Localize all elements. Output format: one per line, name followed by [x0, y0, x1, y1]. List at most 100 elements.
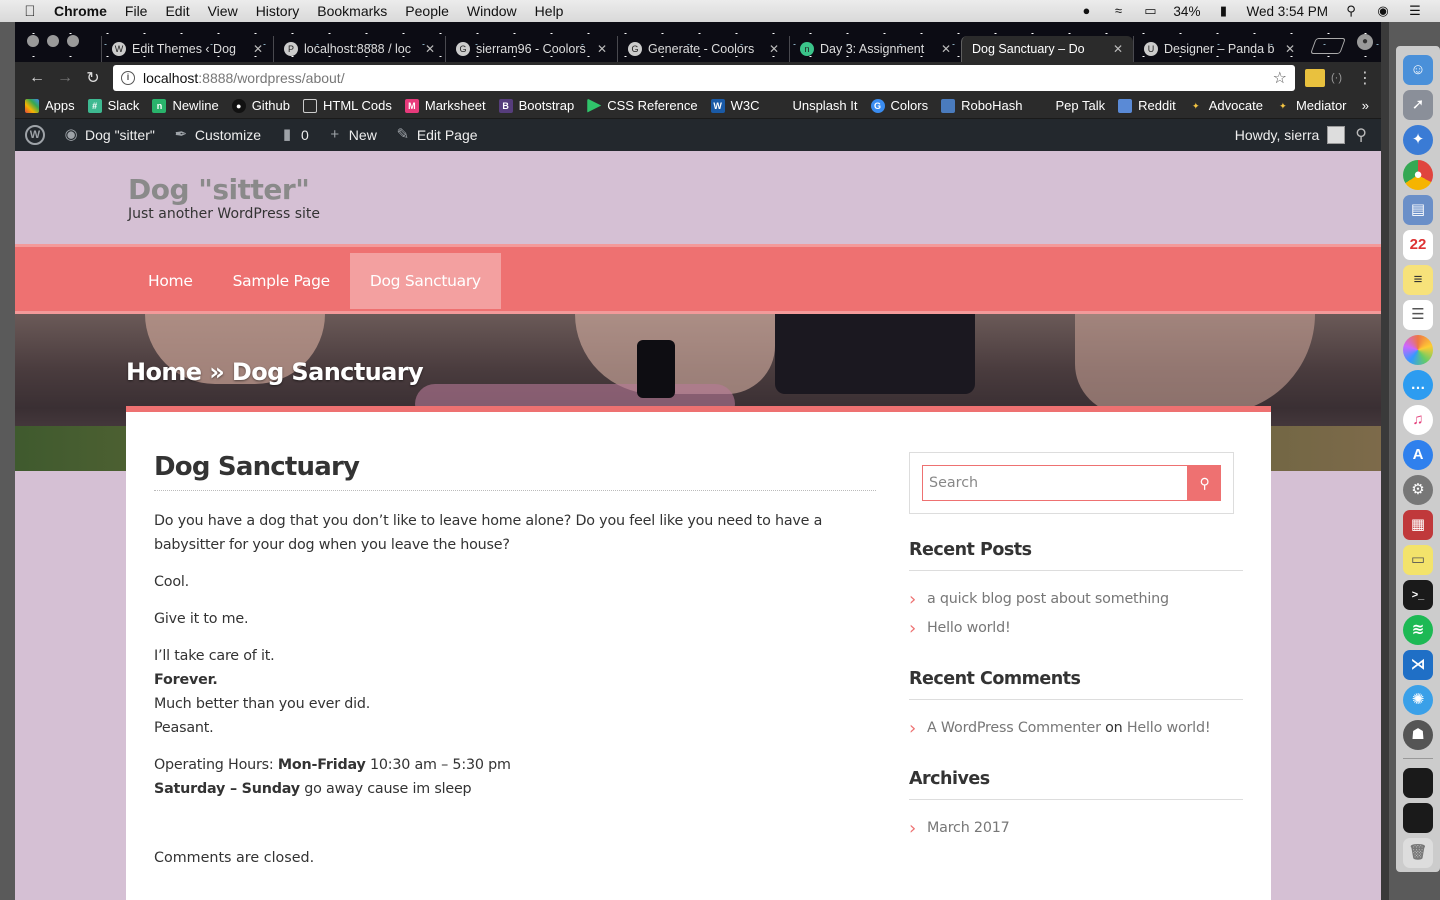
archive-link[interactable]: March 2017: [909, 814, 1243, 843]
messages-icon[interactable]: …: [1403, 369, 1433, 400]
launchpad-icon[interactable]: ➚: [1403, 89, 1433, 120]
admin-howdy[interactable]: Howdy, sierra: [1235, 126, 1346, 144]
menu-help[interactable]: Help: [535, 3, 564, 19]
bookmark-unsplash[interactable]: Unsplash It: [772, 98, 857, 113]
calendar-icon[interactable]: 22: [1403, 229, 1433, 260]
bookmark-mediator[interactable]: ✦ Mediator: [1276, 98, 1346, 113]
admin-search-icon[interactable]: ⚲: [1355, 125, 1367, 145]
close-tab-icon[interactable]: ✕: [769, 42, 779, 56]
maximize-window-button[interactable]: [67, 35, 79, 47]
tab-day3-assignment[interactable]: n Day 3: Assignment ✕: [789, 36, 961, 62]
bookmarks-overflow-icon[interactable]: »: [1362, 98, 1369, 113]
menu-bookmarks[interactable]: Bookmarks: [317, 3, 387, 19]
bookmark-css-reference[interactable]: CSS Reference: [587, 98, 698, 113]
new-tab-button[interactable]: [1310, 38, 1346, 54]
menu-app-name[interactable]: Chrome: [54, 3, 107, 19]
bookmark-w3c[interactable]: W W3C: [710, 98, 759, 113]
bookmark-pep-talk[interactable]: Pep Talk: [1036, 98, 1106, 113]
comment-author-link[interactable]: A WordPress Commenter: [927, 720, 1101, 736]
bookmark-html-cods[interactable]: HTML Cods: [303, 98, 392, 113]
wordpress-logo-icon[interactable]: W: [25, 125, 45, 145]
search-button[interactable]: ⚲: [1188, 465, 1221, 501]
menu-file[interactable]: File: [125, 3, 148, 19]
recent-post-link[interactable]: a quick blog post about something: [909, 585, 1243, 614]
site-title[interactable]: Dog "sitter": [128, 173, 310, 206]
menu-history[interactable]: History: [256, 3, 300, 19]
reminders-icon[interactable]: ☰: [1403, 299, 1433, 330]
spotify-icon[interactable]: ≋: [1403, 614, 1433, 645]
siri-icon[interactable]: ◉: [1374, 4, 1392, 18]
reload-icon[interactable]: ↻: [79, 68, 107, 88]
battery-icon[interactable]: ▮: [1214, 4, 1232, 18]
menu-people[interactable]: People: [405, 3, 449, 19]
search-input[interactable]: Search: [922, 465, 1189, 501]
chrome-menu-icon[interactable]: ⋮: [1357, 68, 1373, 88]
close-tab-icon[interactable]: ✕: [1113, 42, 1123, 56]
app-store-icon[interactable]: A: [1403, 439, 1433, 470]
finder-icon[interactable]: ☺: [1403, 54, 1433, 85]
bookmark-apps[interactable]: Apps: [25, 98, 75, 113]
bookmark-colors[interactable]: G Colors: [870, 98, 928, 113]
apple-icon[interactable]: : [20, 3, 40, 20]
minimize-window-button[interactable]: [47, 35, 59, 47]
spotlight-search-icon[interactable]: ⚲: [1342, 4, 1360, 18]
sequel-pro-icon[interactable]: ☗: [1403, 719, 1433, 750]
tweetbot-icon[interactable]: ✺: [1403, 684, 1433, 715]
bookmark-star-icon[interactable]: ☆: [1273, 68, 1287, 88]
notification-center-icon[interactable]: ☰: [1406, 4, 1424, 18]
forward-arrow-icon[interactable]: →: [51, 69, 79, 87]
tab-coolors-sierram96[interactable]: Gsierram96 - Coolors ✕: [445, 36, 617, 62]
close-window-button[interactable]: [27, 35, 39, 47]
admin-new[interactable]: + New: [325, 125, 376, 145]
close-tab-icon[interactable]: ✕: [1285, 42, 1295, 56]
address-bar[interactable]: i localhost:8888/wordpress/about/ ☆: [113, 64, 1295, 91]
nav-dog-sanctuary[interactable]: Dog Sanctuary: [349, 253, 501, 309]
profile-icon[interactable]: ●: [1357, 34, 1373, 50]
tab-coolors-generate[interactable]: G Generate - Coolors ✕: [617, 36, 789, 62]
admin-edit-page[interactable]: ✎ Edit Page: [393, 125, 478, 145]
battery-percent[interactable]: 34%: [1173, 4, 1200, 19]
admin-customize[interactable]: ✒ Customize: [171, 125, 261, 145]
preview-icon[interactable]: ▤: [1403, 194, 1433, 225]
menu-window[interactable]: Window: [467, 3, 517, 19]
terminal-icon[interactable]: >_: [1403, 579, 1433, 610]
admin-site-name[interactable]: ◉ Dog "sitter": [61, 125, 154, 145]
itunes-icon[interactable]: ♫: [1403, 404, 1433, 435]
bookmark-reddit[interactable]: Reddit: [1118, 98, 1176, 113]
menu-edit[interactable]: Edit: [165, 3, 189, 19]
tab-edit-themes[interactable]: W Edit Themes ‹ Dog ✕: [101, 36, 273, 62]
clock[interactable]: Wed 3:54 PM: [1246, 4, 1328, 19]
elephant-icon[interactable]: ●: [1077, 4, 1095, 18]
back-arrow-icon[interactable]: ←: [23, 69, 51, 87]
nav-sample-page[interactable]: Sample Page: [213, 253, 350, 309]
breadcrumb[interactable]: Home » Dog Sanctuary: [126, 358, 424, 386]
recent-post-link[interactable]: Hello world!: [909, 614, 1243, 643]
tab-designer-panda[interactable]: U Designer – Panda b ✕: [1133, 36, 1305, 62]
close-tab-icon[interactable]: ✕: [941, 42, 951, 56]
close-tab-icon[interactable]: ✕: [253, 42, 263, 56]
site-info-icon[interactable]: i: [121, 70, 135, 85]
bookmark-advocate[interactable]: ✦ Advocate: [1189, 98, 1263, 113]
bookmark-bootstrap[interactable]: B Bootstrap: [498, 98, 574, 113]
chrome-icon[interactable]: ●: [1403, 159, 1433, 190]
menu-view[interactable]: View: [208, 3, 238, 19]
tab-dog-sanctuary[interactable]: Dog Sanctuary – Do ✕: [961, 36, 1133, 62]
bookmark-newline[interactable]: n Newline: [152, 98, 219, 113]
wifi-icon[interactable]: ≈: [1109, 4, 1127, 18]
vscode-icon[interactable]: ⋊: [1403, 649, 1433, 680]
notes-icon[interactable]: ≡: [1403, 264, 1433, 295]
terminal-window-icon[interactable]: [1403, 802, 1433, 833]
bookmark-robohash[interactable]: RoboHash: [941, 98, 1023, 113]
system-preferences-icon[interactable]: ⚙: [1403, 474, 1433, 505]
bookmark-marksheet[interactable]: M Marksheet: [404, 98, 486, 113]
photo-booth-icon[interactable]: ▦: [1403, 509, 1433, 540]
stickies-icon[interactable]: ▭: [1403, 544, 1433, 575]
terminal-window-icon[interactable]: [1403, 767, 1433, 798]
admin-comments[interactable]: ▮ 0: [277, 125, 309, 145]
bookmark-slack[interactable]: # Slack: [87, 98, 139, 113]
comment-post-link[interactable]: Hello world!: [1127, 720, 1211, 736]
close-tab-icon[interactable]: ✕: [425, 42, 435, 56]
extension-sticky-icon[interactable]: [1305, 68, 1325, 87]
safari-icon[interactable]: ✦: [1403, 124, 1433, 155]
tab-phpmyadmin[interactable]: Plocalhost:8888 / loc ✕: [273, 36, 445, 62]
